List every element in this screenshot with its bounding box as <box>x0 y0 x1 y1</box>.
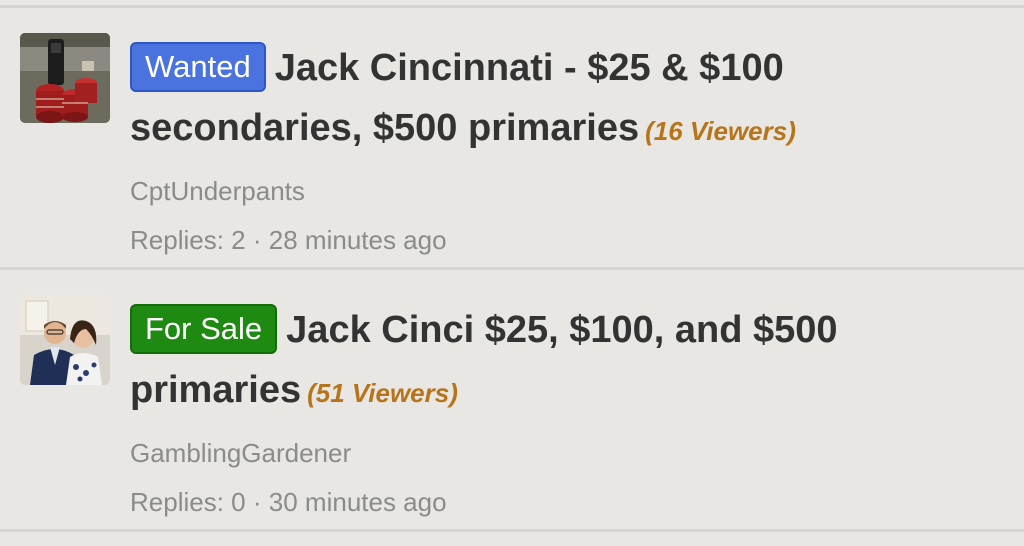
prefix-badge-wanted[interactable]: Wanted <box>130 42 266 92</box>
viewers-count: (51 Viewers) <box>307 378 458 408</box>
avatar-couple-photo-image <box>20 295 110 385</box>
thread-title-line[interactable]: For Sale Jack Cinci $25, $100, and $500 p… <box>130 300 1000 423</box>
thread-author[interactable]: GamblingGardener <box>130 437 1000 469</box>
replies-label: Replies: <box>130 225 224 255</box>
divider <box>0 529 1024 532</box>
thread-item[interactable]: Wanted Jack Cincinnati - $25 & $100 secon… <box>0 8 1024 266</box>
avatar[interactable] <box>20 295 110 385</box>
thread-content: For Sale Jack Cinci $25, $100, and $500 p… <box>130 300 1000 518</box>
thread-list: Wanted Jack Cincinnati - $25 & $100 secon… <box>0 0 1024 546</box>
thread-meta: Replies: 2 · 28 minutes ago <box>130 224 1000 256</box>
meta-separator: · <box>252 487 262 517</box>
avatar-poker-chips-image <box>20 33 110 123</box>
thread-time[interactable]: 28 minutes ago <box>269 225 447 255</box>
thread-meta: Replies: 0 · 30 minutes ago <box>130 486 1000 518</box>
thread-title-line[interactable]: Wanted Jack Cincinnati - $25 & $100 secon… <box>130 38 1000 161</box>
replies-label: Replies: <box>130 487 224 517</box>
thread-item[interactable]: For Sale Jack Cinci $25, $100, and $500 p… <box>0 270 1024 528</box>
viewers-count: (16 Viewers) <box>645 116 796 146</box>
thread-author[interactable]: CptUnderpants <box>130 175 1000 207</box>
thread-time[interactable]: 30 minutes ago <box>269 487 447 517</box>
meta-separator: · <box>252 225 262 255</box>
thread-content: Wanted Jack Cincinnati - $25 & $100 secon… <box>130 38 1000 256</box>
replies-count: 2 <box>231 225 246 255</box>
avatar[interactable] <box>20 33 110 123</box>
replies-count: 0 <box>231 487 246 517</box>
prefix-badge-for-sale[interactable]: For Sale <box>130 304 278 354</box>
